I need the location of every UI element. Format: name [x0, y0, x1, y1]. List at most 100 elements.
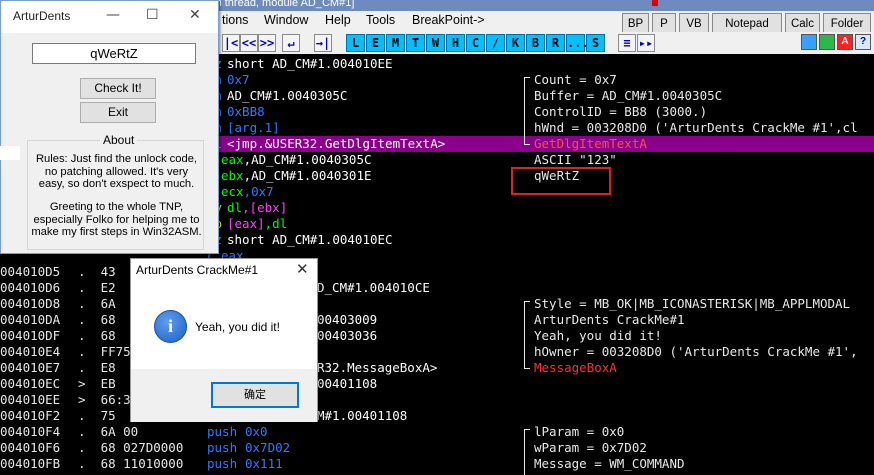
references-button[interactable]: R — [546, 34, 565, 52]
hex-cell: . 68 — [78, 328, 116, 343]
operand: ebx — [221, 168, 244, 183]
greeting-line: especially Folko for helping me to — [33, 213, 200, 226]
address-cell: 004010DA — [0, 312, 61, 327]
operand: ,AD_CM#1.0040305C — [243, 152, 372, 167]
address-cell: 004010F6 — [0, 440, 61, 455]
memory-map-button[interactable]: M — [386, 34, 405, 52]
comment-cell: GetDlgItemTextA — [534, 136, 647, 151]
message-box-title: ArturDents CrackMe#1 — [136, 263, 259, 277]
mnemonic: push — [207, 456, 238, 471]
step-back-icon[interactable]: |< — [222, 34, 240, 52]
source-button[interactable]: S — [586, 34, 605, 52]
comment-cell: ControlID = BB8 (3000.) — [534, 104, 708, 119]
disasm-cell: mp[eax],dl — [207, 216, 287, 231]
cpu-button[interactable]: C — [466, 34, 485, 52]
hex-cell: > EB — [78, 376, 116, 391]
address-cell: 004010E4 — [0, 344, 61, 359]
disasm-cell: nzshort AD_CM#1.004010EE — [207, 56, 393, 71]
address-cell: 004010EE — [0, 392, 61, 407]
operand: ,AD_CM#1.0040301E — [243, 168, 372, 183]
greeting-line: make my first steps in Win32ASM. — [31, 226, 202, 238]
crackme-titlebar: ArturDents — ☐ ✕ — [1, 1, 218, 33]
message-box-text: Yeah, you did it! — [195, 320, 280, 334]
crackme-window: ArturDents — ☐ ✕ qWeRtZ Check It! Exit A… — [0, 0, 219, 254]
step-over-icon[interactable]: →| — [314, 34, 332, 52]
plugin-icon[interactable] — [819, 34, 835, 50]
comment-cell: MessageBoxA — [534, 360, 617, 375]
disasm-cell: vebx,AD_CM#1.0040301E — [207, 168, 372, 183]
address-cell: 004010EC — [0, 376, 61, 391]
about-rules: Rules: Just find the unlock code, no pat… — [28, 153, 205, 191]
menu-options[interactable]: tions — [222, 13, 248, 27]
windows-button[interactable]: W — [426, 34, 445, 52]
close-icon[interactable]: ✕ — [296, 260, 309, 278]
options-icon[interactable]: ▸▸ — [637, 34, 655, 52]
operand: M#1.00401108 — [317, 408, 408, 423]
operand: [eax] — [227, 216, 265, 231]
about-icon[interactable]: A — [837, 34, 853, 50]
messagebox-args-bracket — [524, 301, 530, 369]
rules-line: Rules: Just find the unlock code, — [35, 153, 198, 165]
mnemonic: push — [207, 424, 238, 439]
menu-tools[interactable]: Tools — [366, 13, 395, 27]
run-trace-button[interactable]: ... — [566, 34, 589, 52]
maximize-icon[interactable]: ☐ — [146, 7, 159, 23]
code-row[interactable]: 004010F4 . 6A 00 push 0x0 lParam = 0x0 — [0, 424, 874, 440]
operand: D_CM#1.004010CE — [317, 280, 430, 295]
operand: ,dl — [264, 216, 288, 231]
comment-cell: ASCII "123" — [534, 152, 617, 167]
check-it-button[interactable]: Check It! — [80, 78, 156, 99]
list-icon[interactable]: ≡ — [618, 34, 636, 52]
comment-cell: Buffer = AD_CM#1.0040305C — [534, 88, 723, 103]
operand: short AD_CM#1.004010EE — [227, 56, 393, 71]
forward-icon[interactable]: >> — [258, 34, 276, 52]
rewind-icon[interactable]: << — [240, 34, 258, 52]
operand: 00403009 — [317, 312, 378, 327]
handles-button[interactable]: H — [446, 34, 465, 52]
ok-button[interactable]: 确定 — [211, 382, 299, 408]
operand: ,0x7 — [243, 184, 274, 199]
log-window-button[interactable]: L — [346, 34, 365, 52]
about-label: About — [100, 133, 138, 147]
refresh-icon[interactable] — [801, 34, 817, 50]
step-into-icon[interactable]: ↵ — [282, 34, 300, 52]
about-groupbox: About Rules: Just find the unlock code, … — [27, 133, 205, 250]
comment-cell: Yeah, you did it! — [534, 328, 662, 343]
exit-button[interactable]: Exit — [80, 102, 156, 123]
hex-cell: . E8 — [78, 360, 116, 375]
menu-help[interactable]: Help — [325, 13, 351, 27]
about-greeting: Greeting to the whole TNP, especially Fo… — [28, 201, 205, 239]
address-cell: 004010F2 — [0, 408, 61, 423]
close-icon[interactable]: ✕ — [189, 7, 201, 23]
operand: 0x111 — [245, 456, 283, 471]
executable-modules-button[interactable]: E — [366, 34, 385, 52]
address-cell: 004010DF — [0, 328, 61, 343]
help-icon[interactable]: ? — [855, 34, 871, 50]
operand: 00403036 — [317, 328, 378, 343]
highlight-annotation — [511, 167, 611, 195]
postmessage-args-bracket — [524, 429, 530, 475]
call-stack-button[interactable]: K — [506, 34, 525, 52]
patches-button[interactable]: / — [486, 34, 505, 52]
hex-cell: . E2 — [78, 280, 116, 295]
operand: 00401108 — [317, 376, 378, 391]
threads-button[interactable]: T — [406, 34, 425, 52]
address-cell: 004010F4 — [0, 424, 61, 439]
address-cell: 004010D6 — [0, 280, 61, 295]
comment-cell: hOwner = 003208D0 ('ArturDents CrackMe #… — [534, 344, 858, 359]
comment-cell: lParam = 0x0 — [534, 424, 625, 439]
disasm-cell: nzshort AD_CM#1.004010EC — [207, 232, 393, 247]
code-row[interactable]: 004010FB . 68 11010000 push 0x111 Message = … — [0, 456, 874, 472]
hex-cell: . 75 — [78, 408, 116, 423]
menu-window[interactable]: Window — [264, 13, 308, 27]
operand: 0x0 — [245, 424, 268, 439]
serial-input[interactable]: qWeRtZ — [32, 43, 196, 64]
menu-breakpoint[interactable]: BreakPoint-> — [412, 13, 485, 27]
minimize-icon[interactable]: — — [106, 7, 120, 23]
status-indicator — [652, 0, 658, 6]
operand: 0x7D02 — [245, 440, 291, 455]
operand: ecx — [221, 184, 244, 199]
operand: 0xBB8 — [227, 104, 265, 119]
breakpoints-button[interactable]: B — [526, 34, 545, 52]
code-row[interactable]: 004010F6 . 68 027D0000 push 0x7D02 wParam = … — [0, 440, 874, 456]
